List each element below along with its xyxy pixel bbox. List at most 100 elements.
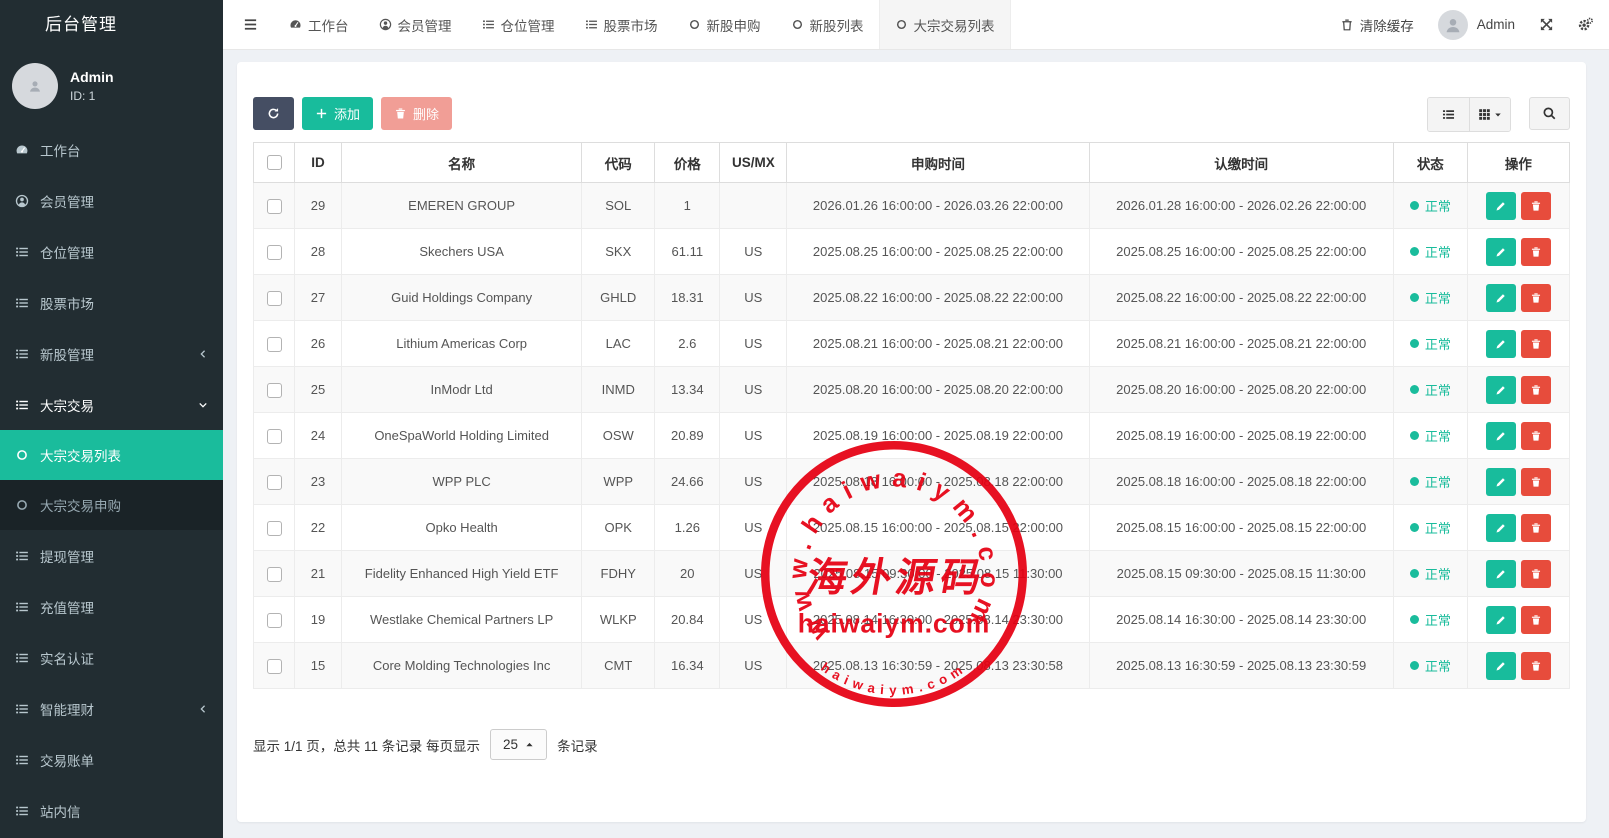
status-dot: [1410, 477, 1419, 486]
user-menu[interactable]: Admin: [1438, 10, 1515, 40]
table-row: 27Guid Holdings CompanyGHLD18.31US2025.0…: [254, 275, 1570, 321]
row-checkbox[interactable]: [267, 521, 282, 536]
sidebar-item-提现管理[interactable]: 提现管理: [0, 530, 223, 581]
cell-actions: [1467, 459, 1569, 505]
sidebar-item-label: 大宗交易列表: [40, 445, 121, 465]
sidebar-item-智能理财[interactable]: 智能理财: [0, 683, 223, 734]
list-view-button[interactable]: [1428, 98, 1469, 131]
sidebar-item-充值管理[interactable]: 充值管理: [0, 581, 223, 632]
delete-row-button[interactable]: [1521, 422, 1551, 450]
chevron-left-icon: [198, 704, 208, 714]
edit-button[interactable]: [1486, 422, 1516, 450]
edit-button[interactable]: [1486, 606, 1516, 634]
cell-id: 26: [295, 321, 342, 367]
row-checkbox[interactable]: [267, 337, 282, 352]
edit-button[interactable]: [1486, 284, 1516, 312]
edit-button[interactable]: [1486, 192, 1516, 220]
cell-name: Lithium Americas Corp: [342, 321, 582, 367]
add-button[interactable]: 添加: [302, 97, 373, 130]
delete-row-button[interactable]: [1521, 284, 1551, 312]
avatar: [1438, 10, 1468, 40]
tab-仓位管理[interactable]: 仓位管理: [467, 0, 570, 49]
edit-button[interactable]: [1486, 652, 1516, 680]
trash-solid-icon: [1530, 338, 1542, 350]
search-button[interactable]: [1529, 97, 1570, 130]
table-row: 23WPP PLCWPP24.66US2025.08.18 16:00:00 -…: [254, 459, 1570, 505]
edit-button[interactable]: [1486, 468, 1516, 496]
cell-market: US: [720, 643, 787, 689]
edit-button[interactable]: [1486, 560, 1516, 588]
tab-新股申购[interactable]: 新股申购: [673, 0, 776, 49]
row-checkbox[interactable]: [267, 567, 282, 582]
page-size-select[interactable]: 25: [490, 729, 547, 760]
row-checkbox[interactable]: [267, 291, 282, 306]
sidebar-toggle-button[interactable]: [223, 0, 274, 49]
delete-row-button[interactable]: [1521, 514, 1551, 542]
pencil-icon: [1495, 292, 1507, 304]
cell-price: 20.84: [655, 597, 720, 643]
row-checkbox[interactable]: [267, 475, 282, 490]
sidebar-item-label: 智能理财: [40, 699, 94, 719]
cell-code: SOL: [582, 183, 655, 229]
trash-solid-icon: [1530, 476, 1542, 488]
cell-checkbox: [254, 275, 295, 321]
column-header-申购时间: 申购时间: [787, 143, 1089, 183]
delete-row-button[interactable]: [1521, 468, 1551, 496]
sidebar-item-仓位管理[interactable]: 仓位管理: [0, 226, 223, 277]
refresh-button[interactable]: [253, 97, 294, 130]
status-badge: 正常: [1410, 518, 1451, 537]
columns-view-button[interactable]: [1469, 98, 1510, 131]
delete-row-button[interactable]: [1521, 192, 1551, 220]
delete-row-button[interactable]: [1521, 376, 1551, 404]
sidebar-item-新股管理[interactable]: 新股管理: [0, 328, 223, 379]
sidebar-item-站内信[interactable]: 站内信: [0, 785, 223, 836]
fullscreen-button[interactable]: [1539, 17, 1554, 32]
tab-股票市场[interactable]: 股票市场: [570, 0, 673, 49]
tab-大宗交易列表[interactable]: 大宗交易列表: [879, 0, 1011, 49]
edit-button[interactable]: [1486, 238, 1516, 266]
sidebar-item-大宗交易[interactable]: 大宗交易: [0, 379, 223, 430]
list-icon: [15, 651, 29, 665]
delete-row-button[interactable]: [1521, 560, 1551, 588]
sidebar-item-工作台[interactable]: 工作台: [0, 124, 223, 175]
tab-新股列表[interactable]: 新股列表: [776, 0, 879, 49]
cell-actions: [1467, 413, 1569, 459]
cell-actions: [1467, 505, 1569, 551]
row-checkbox[interactable]: [267, 199, 282, 214]
delete-row-button[interactable]: [1521, 652, 1551, 680]
sidebar-item-股票市场[interactable]: 股票市场: [0, 277, 223, 328]
sidebar-item-交易账单[interactable]: 交易账单: [0, 734, 223, 785]
column-header-状态: 状态: [1393, 143, 1467, 183]
sidebar-user-panel: Admin ID: 1: [0, 50, 223, 124]
edit-button[interactable]: [1486, 514, 1516, 542]
trash-solid-icon: [1530, 614, 1542, 626]
delete-button[interactable]: 删除: [381, 97, 452, 130]
delete-row-button[interactable]: [1521, 606, 1551, 634]
tab-工作台[interactable]: 工作台: [274, 0, 364, 49]
list-icon: [482, 18, 495, 31]
status-dot: [1410, 339, 1419, 348]
settings-gear-button[interactable]: [1578, 17, 1593, 32]
sidebar-item-实名认证[interactable]: 实名认证: [0, 632, 223, 683]
row-checkbox[interactable]: [267, 383, 282, 398]
sidebar-item-会员管理[interactable]: 会员管理: [0, 175, 223, 226]
status-dot: [1410, 385, 1419, 394]
clear-cache-button[interactable]: 清除缓存: [1340, 15, 1414, 35]
delete-row-button[interactable]: [1521, 238, 1551, 266]
cell-checkbox: [254, 459, 295, 505]
row-checkbox[interactable]: [267, 245, 282, 260]
edit-button[interactable]: [1486, 376, 1516, 404]
row-checkbox[interactable]: [267, 659, 282, 674]
edit-button[interactable]: [1486, 330, 1516, 358]
delete-row-button[interactable]: [1521, 330, 1551, 358]
cell-subscribe-time: 2026.01.28 16:00:00 - 2026.02.26 22:00:0…: [1089, 183, 1393, 229]
cell-status: 正常: [1393, 367, 1467, 413]
row-checkbox[interactable]: [267, 613, 282, 628]
sidebar-item-大宗交易列表[interactable]: 大宗交易列表: [0, 430, 223, 480]
sidebar-item-label: 新股管理: [40, 344, 94, 364]
select-all-checkbox[interactable]: [267, 155, 282, 170]
cell-status: 正常: [1393, 643, 1467, 689]
tab-会员管理[interactable]: 会员管理: [364, 0, 467, 49]
sidebar-item-大宗交易申购[interactable]: 大宗交易申购: [0, 480, 223, 530]
row-checkbox[interactable]: [267, 429, 282, 444]
